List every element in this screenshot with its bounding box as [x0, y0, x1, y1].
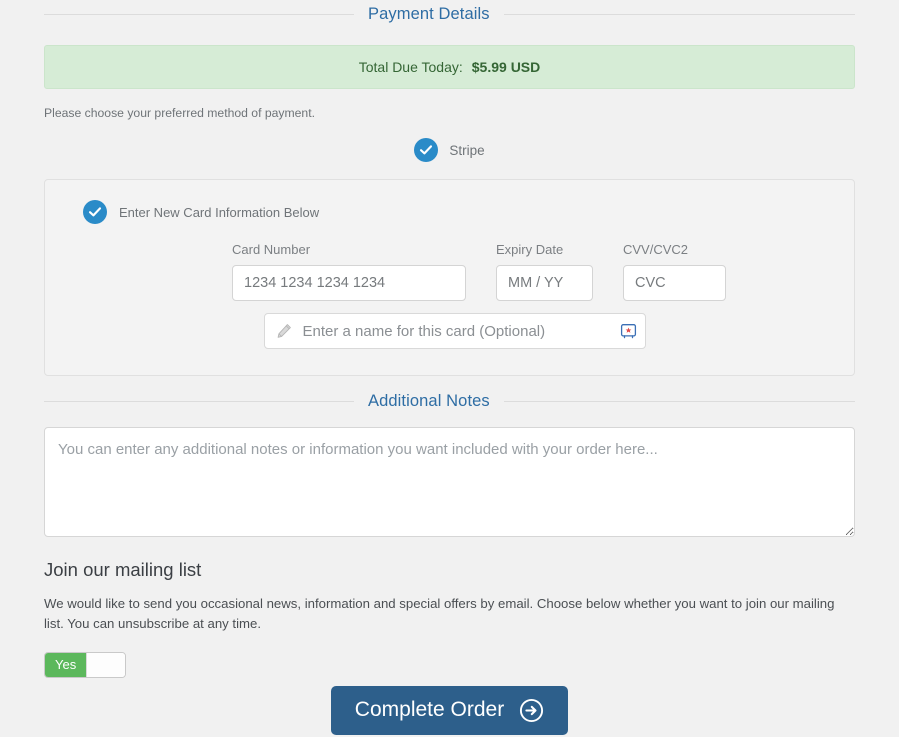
card-fields-row: Card Number Expiry Date CVV/CVC2 — [69, 242, 830, 301]
cvv-input[interactable] — [623, 265, 726, 301]
card-name-input[interactable] — [263, 313, 646, 349]
checkout-page: Payment Details Total Due Today: $5.99 U… — [0, 0, 899, 737]
payment-details-header: Payment Details — [44, 0, 855, 24]
arrow-right-circle-icon — [519, 698, 544, 723]
card-name-field — [263, 313, 646, 349]
additional-notes-header: Additional Notes — [44, 376, 855, 411]
check-circle-icon — [83, 200, 107, 224]
new-card-option-label: Enter New Card Information Below — [119, 204, 320, 220]
divider-left — [44, 401, 354, 402]
payment-details-title: Payment Details — [368, 5, 490, 23]
card-name-row — [69, 313, 830, 349]
divider-right — [503, 14, 855, 15]
total-due-label: Total Due Today: — [358, 59, 463, 75]
card-number-label: Card Number — [232, 242, 311, 257]
additional-notes-section: Additional Notes — [44, 376, 855, 537]
autofill-icon[interactable] — [620, 323, 637, 340]
complete-order-button[interactable]: Complete Order — [330, 685, 569, 735]
gateway-list: Stripe — [44, 138, 855, 162]
complete-order-label: Complete Order — [354, 698, 505, 722]
divider-right — [503, 401, 855, 402]
submit-row: Complete Order — [44, 685, 855, 735]
cvv-field: CVV/CVC2 — [623, 242, 726, 301]
mailing-list-toggle-label: Yes — [45, 652, 87, 677]
card-information-panel: Enter New Card Information Below Card Nu… — [44, 179, 855, 376]
additional-notes-title: Additional Notes — [368, 392, 490, 410]
expiry-date-field: Expiry Date — [496, 242, 593, 301]
mailing-list-description: We would like to send you occasional new… — [44, 596, 835, 632]
divider-left — [44, 14, 354, 15]
mailing-list-toggle-knob — [86, 652, 125, 677]
gateway-label-stripe: Stripe — [449, 142, 485, 158]
check-circle-icon — [414, 138, 439, 162]
expiry-date-input[interactable] — [496, 265, 593, 301]
mailing-list-title: Join our mailing list — [44, 559, 202, 580]
mailing-list-toggle[interactable]: Yes — [44, 651, 126, 678]
total-due-amount: $5.99 USD — [471, 59, 541, 75]
card-number-field: Card Number — [232, 242, 466, 301]
payment-method-help-text: Please choose your preferred method of p… — [44, 106, 315, 120]
cvv-label: CVV/CVC2 — [623, 242, 689, 257]
expiry-date-label: Expiry Date — [496, 242, 564, 257]
mailing-list-section: Join our mailing list We would like to s… — [44, 559, 855, 678]
new-card-option[interactable]: Enter New Card Information Below — [83, 200, 830, 224]
additional-notes-textarea[interactable] — [44, 427, 855, 537]
gateway-option-stripe[interactable]: Stripe — [414, 138, 485, 162]
total-due-banner: Total Due Today: $5.99 USD — [44, 45, 855, 89]
card-number-input[interactable] — [232, 265, 466, 301]
